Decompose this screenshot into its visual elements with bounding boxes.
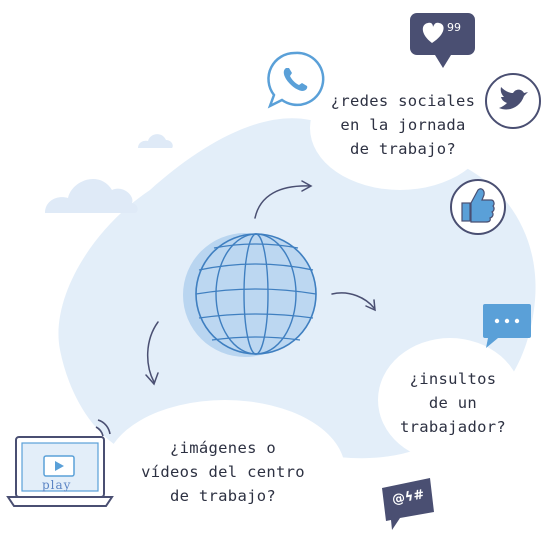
question-line: ¿redes sociales <box>330 92 476 110</box>
question-insults: ¿insultos de un trabajador? <box>388 367 518 439</box>
globe-icon <box>183 233 317 357</box>
question-line: de trabajo? <box>170 487 276 505</box>
question-line: vídeos del centro <box>141 463 305 481</box>
thumbs-up-icon <box>450 179 506 235</box>
question-images-videos: ¿imágenes o vídeos del centro de trabajo… <box>138 436 308 508</box>
cloud-icon <box>45 178 138 213</box>
illustration: 99 play @ϟ# ¿redes sociales en la jornad… <box>0 0 553 550</box>
cloud-small-icon <box>138 134 173 148</box>
like-count: 99 <box>447 21 461 34</box>
question-line: en la jornada <box>340 116 466 134</box>
question-line: de un <box>428 394 478 412</box>
whatsapp-icon <box>267 51 325 109</box>
heart-notification-icon <box>410 13 475 68</box>
twitter-icon <box>485 73 541 129</box>
laptop-icon <box>6 419 114 507</box>
question-line: ¿imágenes o <box>170 439 276 457</box>
question-line: trabajador? <box>400 418 506 436</box>
question-social-media: ¿redes sociales en la jornada de trabajo… <box>318 89 488 161</box>
question-line: de trabajo? <box>350 140 456 158</box>
question-line: ¿insultos <box>409 370 497 388</box>
play-label: play <box>42 478 72 492</box>
